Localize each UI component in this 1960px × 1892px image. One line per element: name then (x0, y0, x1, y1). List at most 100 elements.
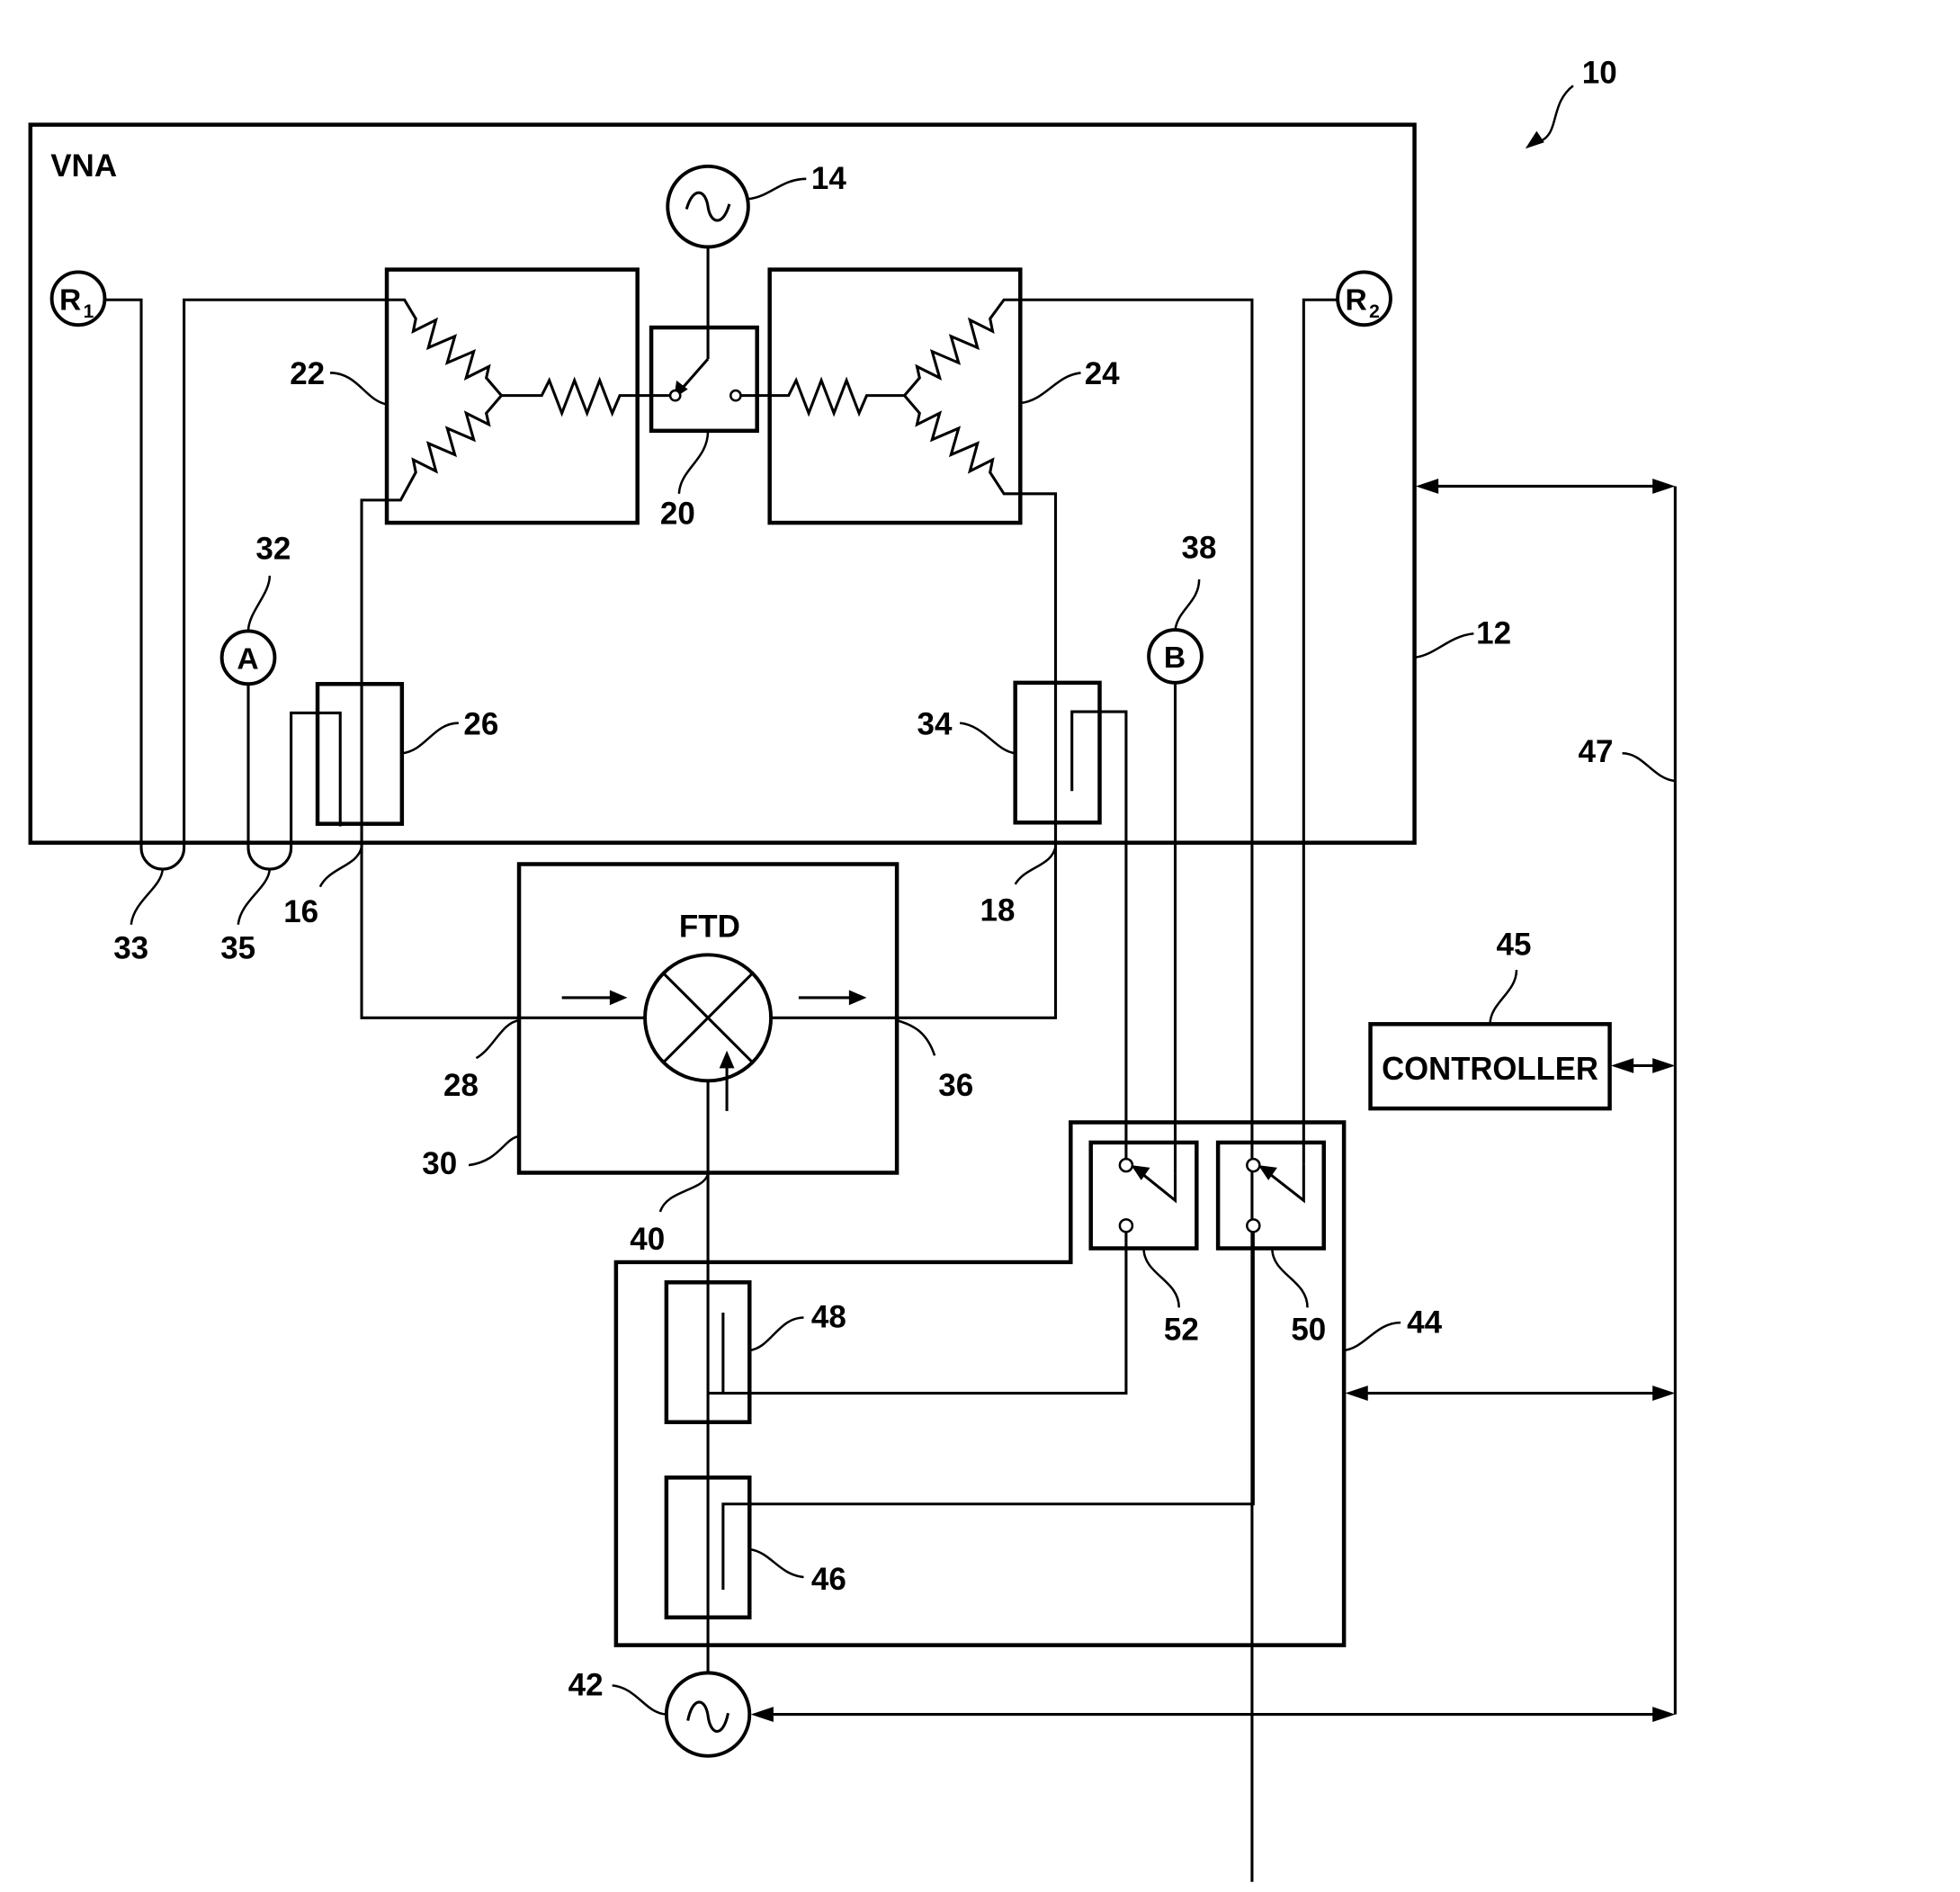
receiver-b-letter: B (1164, 641, 1186, 675)
switch-arm (679, 358, 710, 392)
ref-34-leader (959, 722, 1016, 755)
ref-26-leader (401, 722, 459, 755)
coupler-46: 46 (664, 1475, 846, 1620)
ref-24: 24 (1085, 356, 1120, 391)
receiver-r2-letter: R (1346, 283, 1367, 317)
ref-12: 12 (1476, 615, 1511, 650)
ref-32: 32 (255, 532, 291, 567)
ref-28-leader (475, 1018, 520, 1060)
switch-52-terminal-bottom (1118, 1218, 1134, 1233)
ref-26: 26 (463, 706, 498, 741)
ref-32-leader (246, 575, 272, 632)
ref-18: 18 (980, 892, 1016, 928)
controller-block: CONTROLLER 45 (1368, 927, 1612, 1111)
ref-44-leader (1343, 1321, 1401, 1352)
ref-10-arrowhead (1525, 130, 1544, 149)
bus-lo-arrowhead-right (1652, 1707, 1676, 1722)
controller-label: CONTROLLER (1382, 1050, 1598, 1087)
port-16: 16 (283, 846, 363, 929)
switch-52-box (1088, 1140, 1199, 1251)
receiver-r1-letter: R (59, 283, 81, 317)
ref-46: 46 (811, 1562, 846, 1597)
ref-50-leader (1271, 1248, 1309, 1308)
ref-30: 30 (422, 1146, 457, 1181)
vna-label: VNA (50, 148, 117, 184)
transfer-switch: 20 (649, 325, 759, 531)
ref-33-leader (130, 868, 165, 925)
receiver-r2: R 2 (1302, 270, 1392, 1164)
coupler-26: 26 (315, 682, 498, 826)
ref-42: 42 (568, 1668, 604, 1703)
ref-20: 20 (660, 496, 695, 531)
loop-33 (104, 298, 187, 871)
switch-52-terminal-top (1118, 1157, 1134, 1173)
ref-36-leader (896, 1018, 936, 1056)
ref-45: 45 (1497, 927, 1532, 962)
patent-block-diagram: 10 VNA 12 14 20 22 24 R 1 33 A 32 35 26 … (28, 55, 1677, 1882)
receiver-r2-subscript: 2 (1369, 301, 1380, 322)
ref-24-leader (1020, 372, 1081, 405)
ref-50: 50 (1291, 1313, 1326, 1348)
switch-terminal-left (668, 389, 682, 402)
control-bus: 47 (750, 479, 1677, 1722)
ref-20-leader (677, 430, 710, 494)
ref-12-leader (1414, 632, 1474, 659)
ref-30-leader (468, 1134, 520, 1167)
ref-18-leader (1014, 846, 1057, 885)
ref-28: 28 (443, 1068, 479, 1103)
ref-42-leader (612, 1684, 667, 1716)
coupler-48: 48 (664, 1280, 846, 1424)
receiver-b: B 38 (1147, 530, 1217, 1174)
switch-50-wire (721, 1232, 1255, 1590)
lo-source: 42 (568, 1668, 752, 1758)
ref-10: 10 (1582, 55, 1617, 90)
resistor-22-upper (186, 298, 503, 397)
transfer-switch-box (649, 325, 759, 434)
ref-48: 48 (811, 1300, 846, 1335)
ref-22-leader (329, 372, 388, 406)
ftd-block: FTD 28 36 30 40 (422, 862, 973, 1683)
ref-40: 40 (630, 1222, 665, 1257)
ref-14-leader (747, 177, 807, 201)
ref-35: 35 (220, 931, 255, 966)
ref-47-leader (1622, 752, 1676, 783)
bus-vna-arrowhead-right (1652, 479, 1676, 494)
ref-44: 44 (1407, 1305, 1442, 1340)
receiver-r1-subscript: 1 (84, 301, 94, 322)
bus-vna-arrowhead-left (1415, 479, 1439, 494)
ref-52-leader (1142, 1248, 1180, 1308)
ref-46-leader (749, 1547, 804, 1579)
bus-switch-arrowhead-left (1345, 1385, 1368, 1401)
switch-module-outline (613, 1120, 1347, 1647)
coupler-26-box (315, 682, 405, 826)
switch-50-terminal-top (1246, 1157, 1261, 1173)
switch-50: 50 (721, 1140, 1326, 1590)
switch-52: 52 (708, 1140, 1199, 1395)
ref-16: 16 (283, 894, 318, 929)
receiver-a-letter: A (237, 642, 258, 676)
receiver-a: A 32 35 (219, 532, 342, 966)
switch-terminal-right (729, 389, 742, 402)
resistor-24-series (740, 376, 905, 417)
bus-controller-arrowhead-right (1652, 1058, 1676, 1073)
switch-52-wire (708, 1232, 1128, 1395)
bus-lo-arrowhead-left (750, 1707, 774, 1722)
ref-38-leader (1174, 579, 1201, 631)
ref-36: 36 (938, 1068, 973, 1103)
bus-controller-arrowhead-left (1610, 1058, 1634, 1073)
ref-38: 38 (1182, 530, 1217, 565)
bus-switch-arrowhead-right (1652, 1385, 1676, 1401)
output-arrowhead (848, 990, 867, 1006)
ref-45-leader (1489, 970, 1518, 1025)
ref-33: 33 (113, 931, 148, 966)
ref-35-leader (237, 868, 272, 925)
ref-47: 47 (1579, 734, 1614, 769)
ref-16-leader (318, 846, 363, 888)
ref-34: 34 (917, 706, 952, 741)
ref-52: 52 (1164, 1313, 1199, 1348)
switch-50-terminal-bottom (1246, 1218, 1261, 1233)
ref-48-leader (749, 1316, 804, 1352)
ref-40-leader (658, 1173, 710, 1213)
ftd-label: FTD (679, 910, 740, 945)
ref-22: 22 (290, 356, 325, 391)
